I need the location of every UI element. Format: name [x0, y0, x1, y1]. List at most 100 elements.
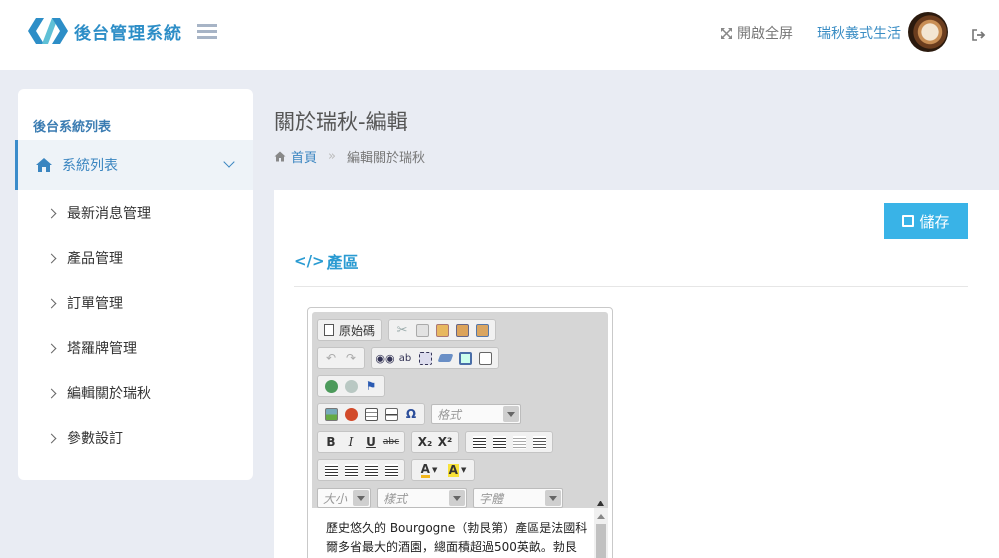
unlink-button[interactable] [341, 377, 361, 395]
numbered-list-button[interactable] [469, 433, 489, 451]
italic-button[interactable]: I [341, 433, 361, 451]
home-icon [35, 157, 53, 173]
paste-button[interactable] [432, 321, 452, 339]
copy-button[interactable] [412, 321, 432, 339]
menu-toggle-icon[interactable] [197, 24, 217, 40]
maximize-button[interactable] [455, 349, 475, 367]
underline-icon: U [366, 435, 376, 449]
indent-button[interactable] [529, 433, 549, 451]
sidebar-item-label: 訂單管理 [67, 296, 123, 312]
text-color-icon: A [420, 461, 430, 478]
floppy-disk-icon [902, 215, 915, 227]
user-name[interactable]: 瑞秋義式生活 [817, 23, 901, 43]
section-divider [294, 286, 968, 287]
sidebar: 後台系統列表 系統列表 最新消息管理 產品管理 訂單管理 塔羅牌管理 編輯關於瑞… [15, 89, 253, 480]
sidebar-item-about[interactable]: 編輯關於瑞秋 [46, 383, 151, 403]
flash-icon [344, 407, 358, 421]
replace-button[interactable]: ab [395, 349, 415, 367]
align-justify-button[interactable] [381, 461, 401, 479]
underline-button[interactable]: U [361, 433, 381, 451]
image-icon [324, 407, 338, 421]
anchor-button[interactable]: ⚑ [361, 377, 381, 395]
remove-format-button[interactable] [435, 349, 455, 367]
paste-word-button[interactable] [472, 321, 492, 339]
sidebar-section-system-list[interactable]: 系統列表 [15, 140, 253, 190]
find-button[interactable]: ◉◉ [375, 349, 395, 367]
scroll-up-icon[interactable] [597, 514, 605, 519]
strike-button[interactable]: abc [381, 433, 401, 451]
outdent-icon [512, 435, 526, 449]
top-header: 後台管理系統 開啟全屏 瑞秋義式生活 [0, 0, 999, 64]
chevron-right-icon [46, 388, 57, 398]
superscript-button[interactable]: X² [435, 433, 455, 451]
sidebar-section-label: 系統列表 [62, 158, 118, 174]
bulleted-list-button[interactable] [489, 433, 509, 451]
redo-button[interactable]: ↷ [341, 349, 361, 367]
undo-button[interactable]: ↶ [321, 349, 341, 367]
collapse-toolbar-icon[interactable] [597, 501, 604, 506]
content-panel: 儲存 </> 產區 原始碼 ✂ ↶ ↷ ◉◉ ab ⚑ Ω 格式 B I U a… [274, 190, 999, 558]
horizontal-rule-icon [384, 407, 398, 421]
bulleted-list-icon [492, 435, 506, 449]
sidebar-item-products[interactable]: 產品管理 [46, 248, 123, 268]
breadcrumb-home-link[interactable]: 首頁 [291, 147, 317, 166]
sidebar-item-label: 參數設訂 [67, 431, 123, 447]
preview-button[interactable] [475, 349, 495, 367]
editor-content-area[interactable]: 歷史悠久的 Bourgogne（勃艮第）產區是法國科爾多省最大的酒園，總面積超過… [312, 508, 608, 558]
paste-text-button[interactable] [452, 321, 472, 339]
chevron-right-icon [46, 208, 57, 218]
chevron-down-icon: ▼ [431, 466, 438, 474]
editor-scrollbar[interactable] [594, 508, 608, 558]
select-all-button[interactable] [415, 349, 435, 367]
align-right-button[interactable] [361, 461, 381, 479]
document-icon [324, 324, 334, 336]
scissors-icon: ✂ [396, 322, 408, 338]
fullscreen-button[interactable]: 開啟全屏 [720, 23, 793, 43]
bold-button[interactable]: B [321, 433, 341, 451]
subscript-button[interactable]: X₂ [415, 433, 435, 451]
align-center-button[interactable] [341, 461, 361, 479]
size-select[interactable]: 大小 [317, 488, 371, 508]
logout-icon[interactable] [972, 26, 986, 41]
sidebar-item-label: 產品管理 [67, 251, 123, 267]
chevron-right-icon [46, 343, 57, 353]
sidebar-item-tarot[interactable]: 塔羅牌管理 [46, 338, 137, 358]
undo-icon: ↶ [325, 351, 337, 365]
sidebar-item-news[interactable]: 最新消息管理 [46, 203, 151, 223]
eraser-icon [437, 354, 453, 362]
sidebar-item-label: 最新消息管理 [67, 206, 151, 222]
paste-word-icon [475, 323, 489, 337]
chevron-down-icon [223, 156, 235, 168]
logo-icon [26, 16, 70, 46]
sidebar-item-settings[interactable]: 參數設訂 [46, 428, 123, 448]
horizontal-rule-button[interactable] [381, 405, 401, 423]
style-select[interactable]: 樣式 [377, 488, 467, 508]
home-icon [274, 151, 286, 162]
image-button[interactable] [321, 405, 341, 423]
format-select[interactable]: 格式 [431, 404, 521, 424]
highlight-icon: A [447, 462, 459, 477]
logo[interactable]: 後台管理系統 [26, 16, 182, 46]
sidebar-title: 後台系統列表 [33, 120, 112, 135]
header-underline [0, 64, 999, 70]
table-button[interactable] [361, 405, 381, 423]
background-color-button[interactable]: A ▼ [443, 461, 471, 479]
link-button[interactable] [321, 377, 341, 395]
text-color-button[interactable]: A ▼ [415, 461, 443, 479]
superscript-icon: X² [437, 435, 453, 449]
outdent-button[interactable] [509, 433, 529, 451]
breadcrumb-separator: » [328, 149, 336, 164]
cut-button[interactable]: ✂ [392, 321, 412, 339]
save-button[interactable]: 儲存 [884, 203, 968, 239]
chevron-down-icon: ▼ [460, 466, 467, 474]
flash-button[interactable] [341, 405, 361, 423]
dropdown-arrow-icon [449, 490, 465, 506]
font-select[interactable]: 字體 [473, 488, 563, 508]
special-char-button[interactable]: Ω [401, 405, 421, 423]
avatar[interactable] [908, 12, 948, 52]
sidebar-item-orders[interactable]: 訂單管理 [46, 293, 123, 313]
source-button[interactable]: 原始碼 [321, 321, 378, 339]
align-left-button[interactable] [321, 461, 341, 479]
scroll-thumb[interactable] [596, 524, 606, 558]
numbered-list-icon [472, 435, 486, 449]
